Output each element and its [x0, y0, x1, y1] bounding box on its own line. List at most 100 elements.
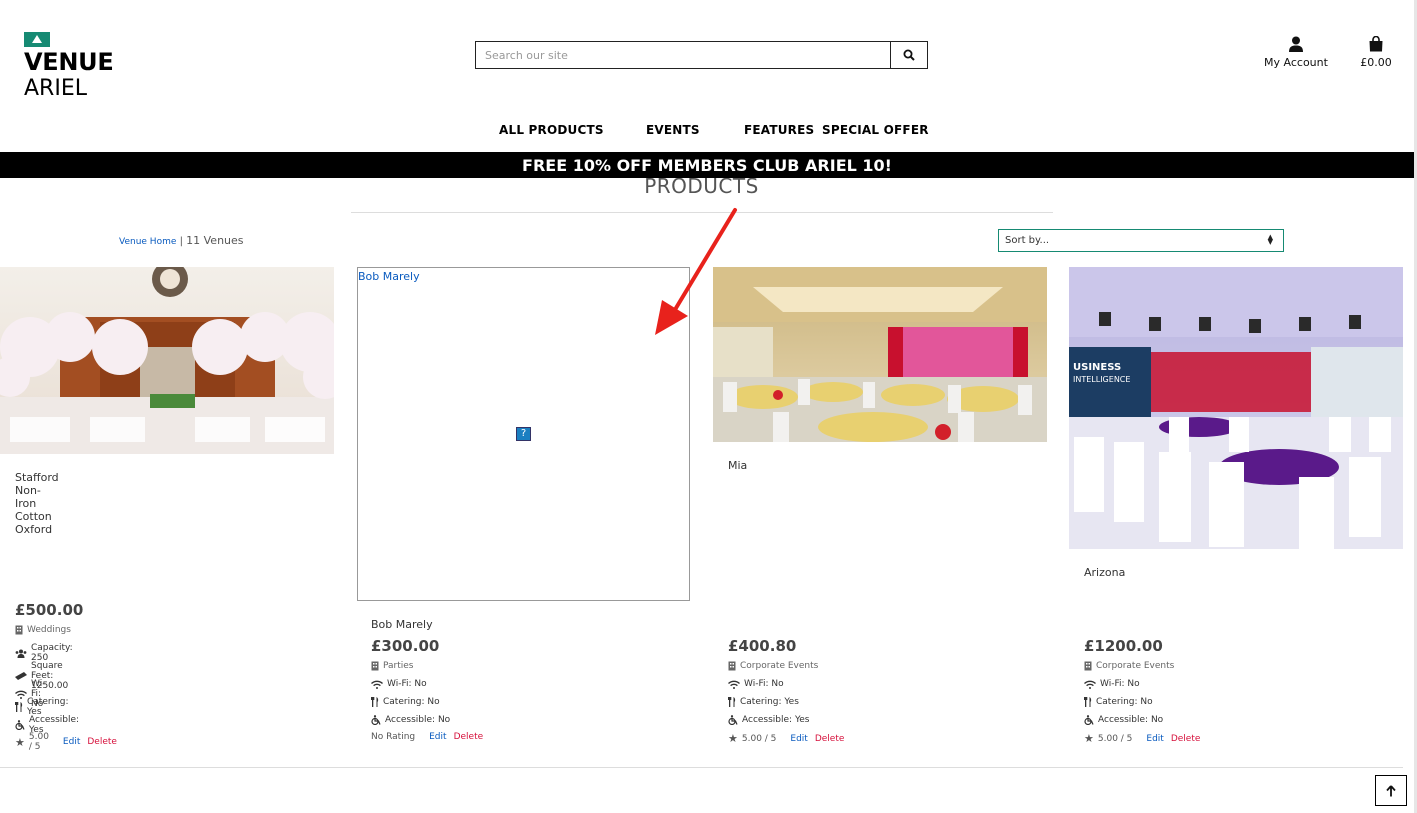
wifi-row: Wi-Fi: No: [371, 679, 427, 689]
category-label: Corporate Events: [740, 661, 819, 671]
star-icon: ★: [15, 735, 25, 749]
category-link[interactable]: Weddings: [15, 625, 71, 635]
nav-events[interactable]: EVENTS: [646, 123, 700, 137]
back-to-top-button[interactable]: [1375, 775, 1407, 806]
catering-row: Catering: No: [371, 697, 440, 707]
user-icon: [1289, 36, 1303, 52]
cart-total: £0.00: [1360, 56, 1392, 69]
category-label: Parties: [383, 661, 414, 671]
utensils-icon: [728, 697, 736, 707]
breadcrumb: Venue Home | 11 Venues: [119, 234, 244, 247]
nav-all-products[interactable]: ALL PRODUCTS: [499, 123, 604, 137]
product-name[interactable]: Stafford Non-Iron Cotton Oxford: [15, 471, 59, 536]
category-label: Weddings: [27, 625, 71, 635]
search-input[interactable]: [476, 42, 890, 68]
catering-value: Catering: Yes: [27, 697, 69, 717]
catering-value: Catering: No: [1096, 697, 1153, 707]
svg-text:USINESS: USINESS: [1073, 362, 1121, 373]
building-icon: [15, 625, 23, 635]
edit-link[interactable]: Edit: [429, 732, 446, 742]
sort-selected-value: Sort by...: [1005, 235, 1050, 246]
logo-mountain-icon: [24, 32, 50, 47]
wifi-icon: [728, 680, 740, 689]
edit-link[interactable]: Edit: [790, 734, 807, 744]
venue-image[interactable]: USINESS INTELLIGENCE: [1069, 267, 1403, 549]
venue-image[interactable]: [713, 267, 1047, 442]
venue-image[interactable]: [0, 267, 334, 454]
product-price: £400.80: [728, 637, 797, 655]
accessible-value: Accessible: No: [1098, 715, 1164, 725]
wifi-row: Wi-Fi: No: [728, 679, 784, 689]
wifi-value: Wi-Fi: No: [744, 679, 784, 689]
capacity-value: Capacity: 250: [31, 643, 73, 663]
product-name[interactable]: Bob Marely: [371, 618, 433, 631]
category-label: Corporate Events: [1096, 661, 1175, 671]
search-button[interactable]: [890, 42, 927, 68]
users-icon: [15, 649, 27, 658]
delete-link[interactable]: Delete: [1171, 734, 1201, 744]
annotation-arrow: [655, 208, 737, 335]
category-link[interactable]: Parties: [371, 661, 414, 671]
star-icon: ★: [1084, 732, 1094, 745]
rating-value: 5.00 / 5: [741, 733, 777, 744]
wifi-icon: [1084, 680, 1096, 689]
shopping-bag-icon: [1369, 36, 1383, 52]
catering-row: Catering: No: [1084, 697, 1153, 707]
utensils-icon: [15, 702, 23, 712]
venue-home-link[interactable]: Venue Home: [119, 237, 176, 247]
wifi-row: Wi-Fi: No: [1084, 679, 1140, 689]
wheelchair-icon: [15, 720, 25, 730]
catering-row: Catering: Yes: [728, 697, 799, 707]
svg-text:INTELLIGENCE: INTELLIGENCE: [1073, 375, 1130, 384]
product-price: £500.00: [15, 601, 84, 619]
product-name[interactable]: Arizona: [1084, 566, 1125, 579]
rating-value: 5.00 / 5: [1097, 733, 1133, 744]
accessible-value: Accessible: Yes: [742, 715, 810, 725]
building-icon: [728, 661, 736, 671]
rating-value: 5.00 / 5: [28, 732, 49, 752]
utensils-icon: [1084, 697, 1092, 707]
accessible-row: Accessible: No: [1084, 715, 1163, 725]
promo-banner: FREE 10% OFF MEMBERS CLUB ARIEL 10!: [0, 152, 1414, 178]
rating-row: ★ 5.00 / 5 Edit Delete: [1084, 732, 1200, 745]
capacity-row: Capacity: 250: [15, 643, 73, 663]
breadcrumb-separator: |: [179, 236, 183, 247]
edit-link[interactable]: Edit: [1146, 734, 1163, 744]
accessible-value: Accessible: No: [385, 715, 451, 725]
wheelchair-icon: [371, 715, 381, 725]
delete-link[interactable]: Delete: [815, 734, 845, 744]
sort-select[interactable]: Sort by... ▲ ▼: [998, 229, 1284, 252]
catering-row: Catering: Yes: [15, 697, 69, 717]
utensils-icon: [371, 697, 379, 707]
product-price: £300.00: [371, 637, 440, 655]
catering-value: Catering: No: [383, 697, 440, 707]
logo-line-2: ARIEL: [24, 76, 87, 101]
nav-features[interactable]: FEATURES: [744, 123, 814, 137]
image-alt-text: Bob Marely: [358, 270, 420, 283]
product-name[interactable]: Mia: [728, 459, 747, 472]
category-link[interactable]: Corporate Events: [1084, 661, 1174, 671]
building-icon: [371, 661, 379, 671]
edit-link[interactable]: Edit: [63, 737, 80, 747]
building-icon: [1084, 661, 1092, 671]
footer-divider: [0, 767, 1403, 768]
site-logo[interactable]: VENUE ARIEL: [24, 32, 114, 102]
rating-row: No Rating Edit Delete: [371, 732, 483, 742]
search-icon: [903, 49, 915, 61]
catering-value: Catering: Yes: [740, 697, 799, 707]
accessible-row: Accessible: No: [371, 715, 450, 725]
nav-special-offer[interactable]: SPECIAL OFFER: [822, 123, 929, 137]
broken-image-icon: ?: [516, 427, 531, 441]
wheelchair-icon: [1084, 715, 1094, 725]
product-price: £1200.00: [1084, 637, 1163, 655]
category-link[interactable]: Corporate Events: [728, 661, 818, 671]
delete-link[interactable]: Delete: [454, 732, 484, 742]
delete-link[interactable]: Delete: [87, 737, 117, 747]
rating-row: ★ 5.00 / 5 Edit Delete: [728, 732, 844, 745]
cart-link[interactable]: £0.00: [1356, 36, 1396, 69]
select-caret-icon: ▲ ▼: [1267, 233, 1273, 246]
rating-value: No Rating: [371, 732, 416, 742]
my-account-link[interactable]: My Account: [1262, 36, 1330, 69]
venue-count: 11 Venues: [186, 234, 244, 247]
rating-row: ★ 5.00 / 5 Edit Delete: [15, 732, 117, 752]
